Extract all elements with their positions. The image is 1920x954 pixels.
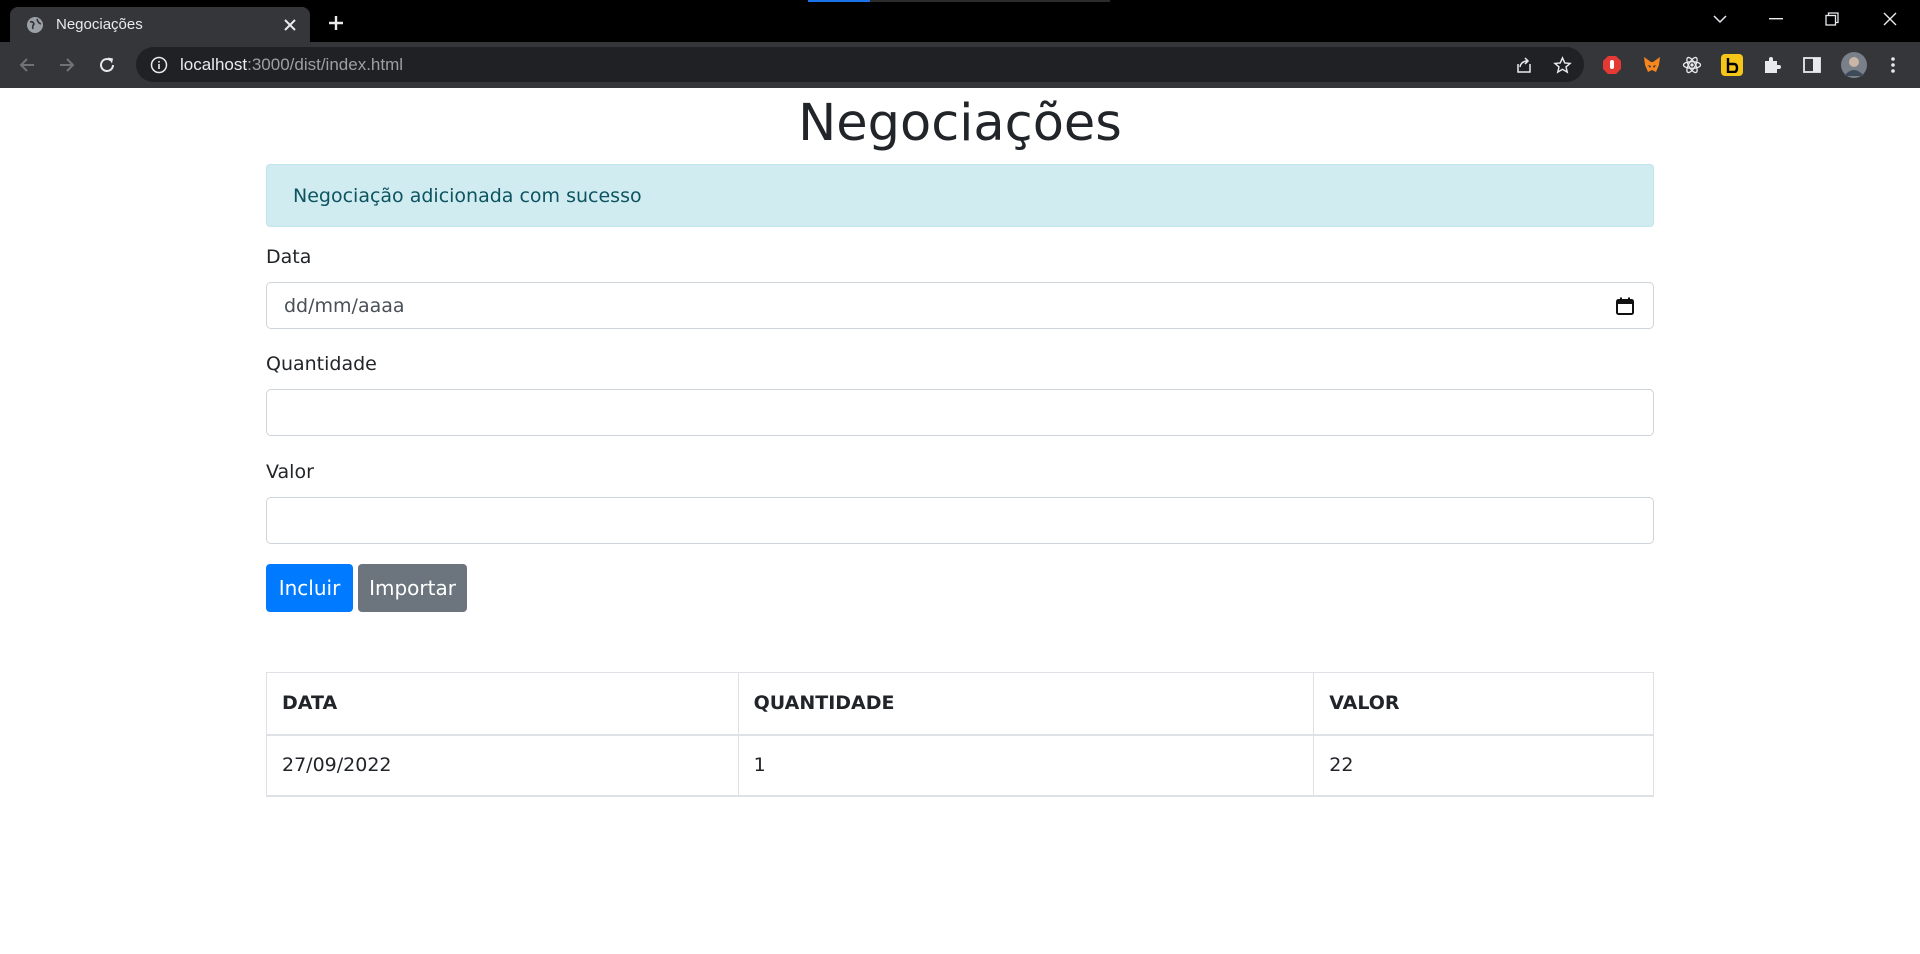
calendar-icon[interactable] <box>1615 296 1635 316</box>
quantidade-input[interactable] <box>266 389 1654 436</box>
data-label: Data <box>266 246 312 268</box>
metamask-fox-icon[interactable] <box>1641 54 1663 76</box>
table-row: 27/09/2022 1 22 <box>266 734 1654 796</box>
minimize-icon[interactable] <box>1748 0 1804 38</box>
valor-input[interactable] <box>266 497 1654 544</box>
cell-data: 27/09/2022 <box>266 734 739 796</box>
importar-button[interactable]: Importar <box>358 564 467 612</box>
b-extension-icon[interactable] <box>1721 54 1743 76</box>
forward-icon[interactable] <box>51 49 83 81</box>
extensions-puzzle-icon[interactable] <box>1761 54 1783 76</box>
globe-icon <box>26 16 44 34</box>
incluir-button[interactable]: Incluir <box>266 564 353 612</box>
stop-extension-icon[interactable] <box>1601 54 1623 76</box>
tab-title: Negociações <box>56 16 143 33</box>
column-header-valor: VALOR <box>1313 672 1654 736</box>
tab-search-icon[interactable] <box>1692 0 1748 38</box>
browser-tab-strip: Negociações <box>0 0 1920 42</box>
tab-indicator <box>808 0 870 2</box>
quantidade-label: Quantidade <box>266 353 377 375</box>
profile-avatar[interactable] <box>1841 52 1867 78</box>
negociacoes-table: DATA QUANTIDADE VALOR 27/09/2022 1 22 <box>266 672 1654 797</box>
reload-icon[interactable] <box>91 49 123 81</box>
url-path: :3000/dist/index.html <box>247 54 404 74</box>
cell-valor: 22 <box>1313 734 1654 796</box>
page-title: Negociações <box>798 94 1122 153</box>
cell-quantidade: 1 <box>737 734 1315 796</box>
browser-toolbar: localhost:3000/dist/index.html <box>0 42 1920 88</box>
new-tab-button[interactable] <box>322 9 350 37</box>
restore-icon[interactable] <box>1804 0 1860 38</box>
back-icon[interactable] <box>11 49 43 81</box>
side-panel-icon[interactable] <box>1801 54 1823 76</box>
close-tab-icon[interactable] <box>276 11 304 39</box>
valor-label: Valor <box>266 461 314 483</box>
url-host: localhost <box>180 54 248 74</box>
page-content: Negociações Negociação adicionada com su… <box>0 88 1920 954</box>
table-header-row: DATA QUANTIDADE VALOR <box>266 672 1654 736</box>
column-header-quantidade: QUANTIDADE <box>737 672 1315 736</box>
share-icon[interactable] <box>1514 55 1534 75</box>
column-header-data: DATA <box>266 672 739 736</box>
main-container: Negociações Negociação adicionada com su… <box>266 88 1654 797</box>
date-input[interactable]: dd/mm/aaaa <box>266 282 1654 329</box>
tab-indicator-track <box>870 0 1110 2</box>
close-window-icon[interactable] <box>1862 0 1918 38</box>
bookmark-star-icon[interactable] <box>1552 55 1572 75</box>
alert-message: Negociação adicionada com sucesso <box>293 184 642 207</box>
browser-tab[interactable]: Negociações <box>10 7 310 42</box>
site-info-icon[interactable] <box>150 56 168 74</box>
react-devtools-icon[interactable] <box>1681 54 1703 76</box>
chrome-menu-icon[interactable] <box>1882 54 1904 76</box>
address-bar[interactable]: localhost:3000/dist/index.html <box>136 47 1584 82</box>
success-alert: Negociação adicionada com sucesso <box>266 164 1654 227</box>
date-placeholder: dd/mm/aaaa <box>284 294 405 317</box>
